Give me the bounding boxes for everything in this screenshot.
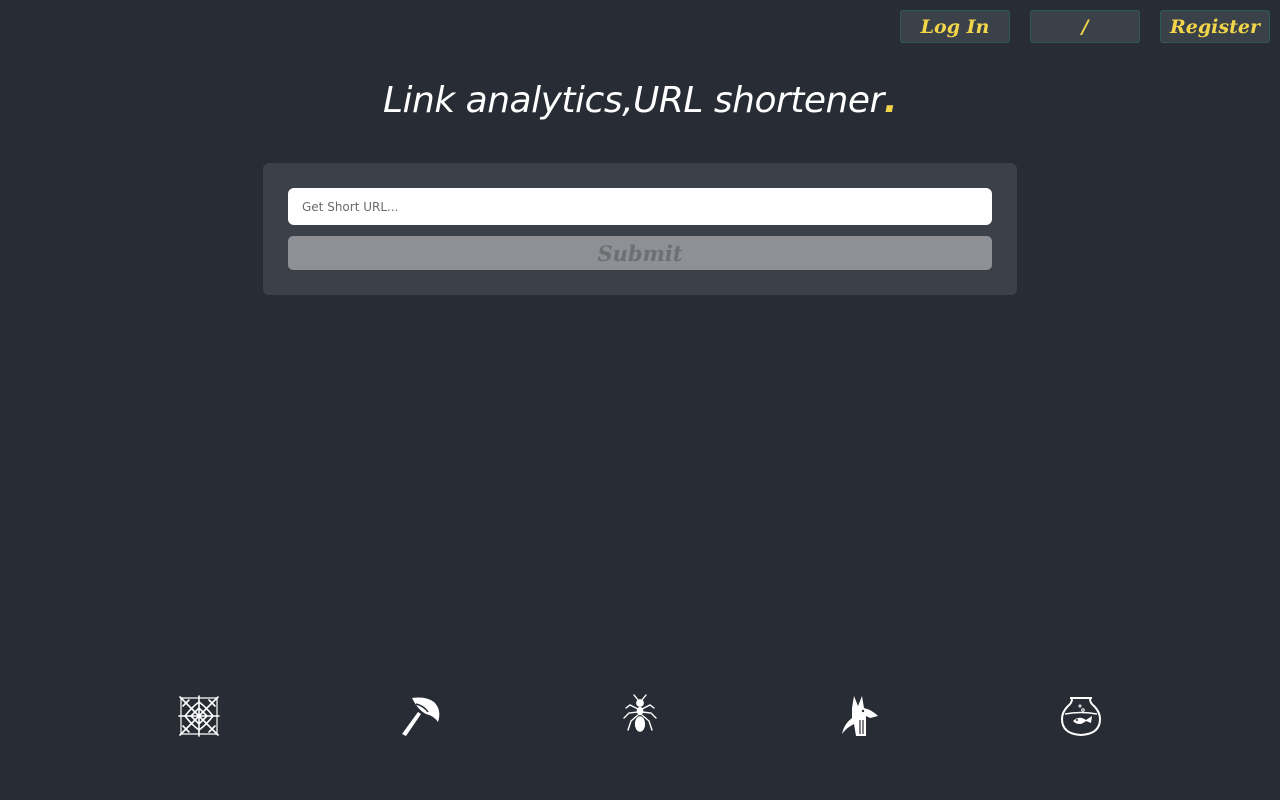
spider-web-icon (177, 694, 221, 738)
slash-button[interactable]: / (1030, 10, 1140, 43)
login-button[interactable]: Log In (900, 10, 1010, 43)
page: Log In / Register Link analytics,URL sho… (0, 0, 1280, 800)
submit-button[interactable]: Submit (288, 236, 992, 270)
url-input[interactable] (288, 188, 992, 225)
page-title-text: Link analytics,URL shortener (383, 80, 884, 121)
fishbowl-icon (1059, 694, 1103, 738)
page-title-dot: . (883, 80, 898, 121)
top-nav: Log In / Register (900, 10, 1270, 43)
ant-icon (618, 694, 662, 738)
axe-icon (398, 694, 442, 738)
page-title: Link analytics,URL shortener. (0, 80, 1280, 121)
anubis-icon (838, 694, 882, 738)
shorten-form-card: Submit (263, 163, 1017, 295)
footer-icon-row (0, 694, 1280, 738)
register-button[interactable]: Register (1160, 10, 1270, 43)
